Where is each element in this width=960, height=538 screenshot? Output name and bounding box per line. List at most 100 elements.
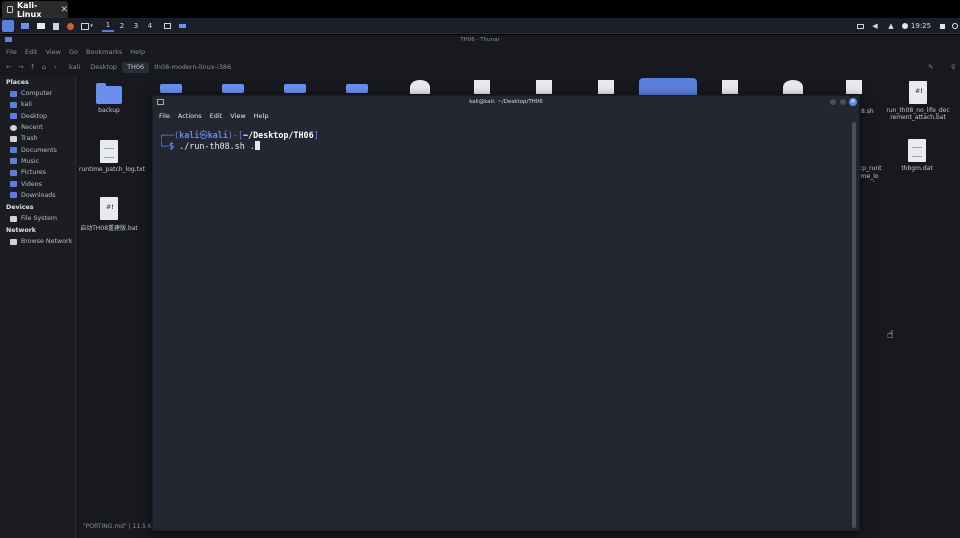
lock-icon[interactable] <box>937 20 947 32</box>
selected-file-highlight[interactable] <box>639 78 697 95</box>
file-item[interactable]: backup <box>79 83 139 114</box>
file-item[interactable]: run_th08_no_life_decrement_attach.bat <box>886 81 950 121</box>
file-manager-icon[interactable] <box>36 20 46 32</box>
sidebar-item-downloads[interactable]: Downloads <box>0 190 75 201</box>
file-name[interactable]: 8.sh <box>861 108 874 115</box>
sidebar-item-kali[interactable]: kali <box>0 99 75 110</box>
file-name: thbgm.dat <box>901 165 933 172</box>
sidebar-item-music[interactable]: Music <box>0 156 75 167</box>
text-file-icon[interactable] <box>598 80 614 94</box>
menu-view[interactable]: View <box>45 48 60 56</box>
command-line: └─$ ./run-th08.sh . <box>159 141 849 152</box>
file-name: backup <box>98 107 120 114</box>
downloads-folder-icon <box>10 192 17 199</box>
term-menu-file[interactable]: File <box>159 112 170 120</box>
home-icon[interactable]: ⌂ <box>42 63 54 71</box>
folder-icon[interactable] <box>222 84 244 93</box>
folder-icon[interactable] <box>160 84 182 93</box>
menu-bookmarks[interactable]: Bookmarks <box>86 48 122 56</box>
clock[interactable]: 19:25 <box>911 20 931 32</box>
workspace-3[interactable]: 3 <box>130 20 142 32</box>
close-icon[interactable]: ✕ <box>60 5 68 15</box>
file-item[interactable]: thbgm.dat <box>887 139 947 172</box>
workspace-1[interactable]: 1 <box>102 20 114 32</box>
term-menu-view[interactable]: View <box>230 112 245 120</box>
sidebar-item-videos[interactable]: Videos <box>0 178 75 189</box>
sidebar-item-trash[interactable]: Trash <box>0 133 75 144</box>
gear-file-icon[interactable] <box>410 80 430 94</box>
terminal-icon[interactable]: ▾ <box>79 20 95 32</box>
folder-icon <box>96 83 122 104</box>
edit-path-icon[interactable]: ✎ <box>928 63 933 71</box>
desktop-icon[interactable] <box>20 20 30 32</box>
terminal-window[interactable]: kali@kali: ~/Desktop/TH06 ✕ File Actions… <box>152 95 860 531</box>
term-menu-actions[interactable]: Actions <box>178 112 202 120</box>
sidebar-item-desktop[interactable]: Desktop <box>0 111 75 122</box>
vm-icon <box>7 6 13 13</box>
chevron-left-icon[interactable]: ‹ <box>54 63 64 71</box>
file-name: runtime_patch_log.txt <box>79 166 145 173</box>
menu-file[interactable]: File <box>6 48 17 56</box>
sidebar-item-documents[interactable]: Documents <box>0 144 75 155</box>
crumb-th06[interactable]: TH06 <box>122 61 150 73</box>
volume-icon[interactable]: ◀ <box>870 20 880 32</box>
gear-file-icon[interactable] <box>783 80 803 94</box>
file-item[interactable]: runtime_patch_log.txt <box>79 140 145 173</box>
close-icon[interactable]: ✕ <box>849 98 857 106</box>
crumb-kali[interactable]: kali <box>64 62 85 73</box>
terminal-output[interactable]: ┌──(kali㉿kali)-[~/Desktop/TH06] └─$ ./ru… <box>159 130 849 152</box>
file-item[interactable]: 启动TH08重建版.bat <box>79 197 139 232</box>
devices-heading: Devices <box>6 203 34 211</box>
folder-icon[interactable] <box>346 84 368 93</box>
term-menu-edit[interactable]: Edit <box>210 112 223 120</box>
text-file-icon[interactable] <box>846 80 862 94</box>
script-file-icon <box>100 197 118 220</box>
crumb-th08[interactable]: th08-modern-linux-i386 <box>149 62 236 73</box>
maximize-icon[interactable] <box>840 99 846 105</box>
workspace-4[interactable]: 4 <box>144 20 156 32</box>
host-tab[interactable]: Kali-Linux ✕ <box>2 1 68 19</box>
term-menu-help[interactable]: Help <box>254 112 269 120</box>
menu-go[interactable]: Go <box>69 48 78 56</box>
sidebar-item-recent[interactable]: Recent <box>0 122 75 133</box>
sidebar-item-computer[interactable]: Computer <box>0 88 75 99</box>
crumb-desktop[interactable]: Desktop <box>85 62 122 73</box>
sidebar-item-browse-network[interactable]: Browse Network <box>0 236 75 247</box>
workspace-2[interactable]: 2 <box>116 20 128 32</box>
mouse-pointer-icon: ☝ <box>887 328 894 341</box>
notification-icon[interactable]: ▲ <box>886 20 896 32</box>
text-file-icon[interactable] <box>722 80 738 94</box>
sidebar-item-pictures[interactable]: Pictures <box>0 167 75 178</box>
menu-help[interactable]: Help <box>130 48 145 56</box>
power-icon[interactable] <box>900 20 910 32</box>
places-heading: Places <box>6 79 29 86</box>
up-icon[interactable]: ↑ <box>30 63 42 71</box>
sidebar-item-filesystem[interactable]: File System <box>0 213 75 224</box>
text-file-icon[interactable] <box>474 80 490 94</box>
file-name[interactable]: cp_runtime_log.md <box>859 165 883 182</box>
screen-icon[interactable] <box>855 20 865 32</box>
forward-icon[interactable]: → <box>18 63 30 71</box>
minimize-icon[interactable] <box>830 99 836 105</box>
window-terminal-icon[interactable] <box>176 20 188 32</box>
thunar-menubar: File Edit View Go Bookmarks Help <box>0 46 960 58</box>
terminal-scrollbar[interactable] <box>852 122 856 528</box>
drive-icon <box>10 215 17 222</box>
pictures-folder-icon <box>10 169 17 176</box>
text-editor-icon[interactable] <box>51 20 61 32</box>
browser-icon[interactable] <box>65 20 75 32</box>
desktop-folder-icon <box>10 113 17 120</box>
kali-menu-icon[interactable] <box>2 20 14 32</box>
data-file-icon <box>908 139 926 162</box>
terminal-menubar: File Actions Edit View Help <box>153 109 859 122</box>
window-thunar-icon[interactable] <box>161 20 173 32</box>
folder-icon[interactable] <box>284 84 306 93</box>
menu-edit[interactable]: Edit <box>25 48 38 56</box>
logout-icon[interactable] <box>950 20 960 32</box>
back-icon[interactable]: ← <box>6 63 18 71</box>
recent-icon <box>10 124 17 131</box>
videos-folder-icon <box>10 181 17 188</box>
prompt-line: ┌──(kali㉿kali)-[~/Desktop/TH06] <box>159 130 319 140</box>
text-file-icon[interactable] <box>536 80 552 94</box>
search-icon[interactable]: ⚲ <box>951 63 956 71</box>
